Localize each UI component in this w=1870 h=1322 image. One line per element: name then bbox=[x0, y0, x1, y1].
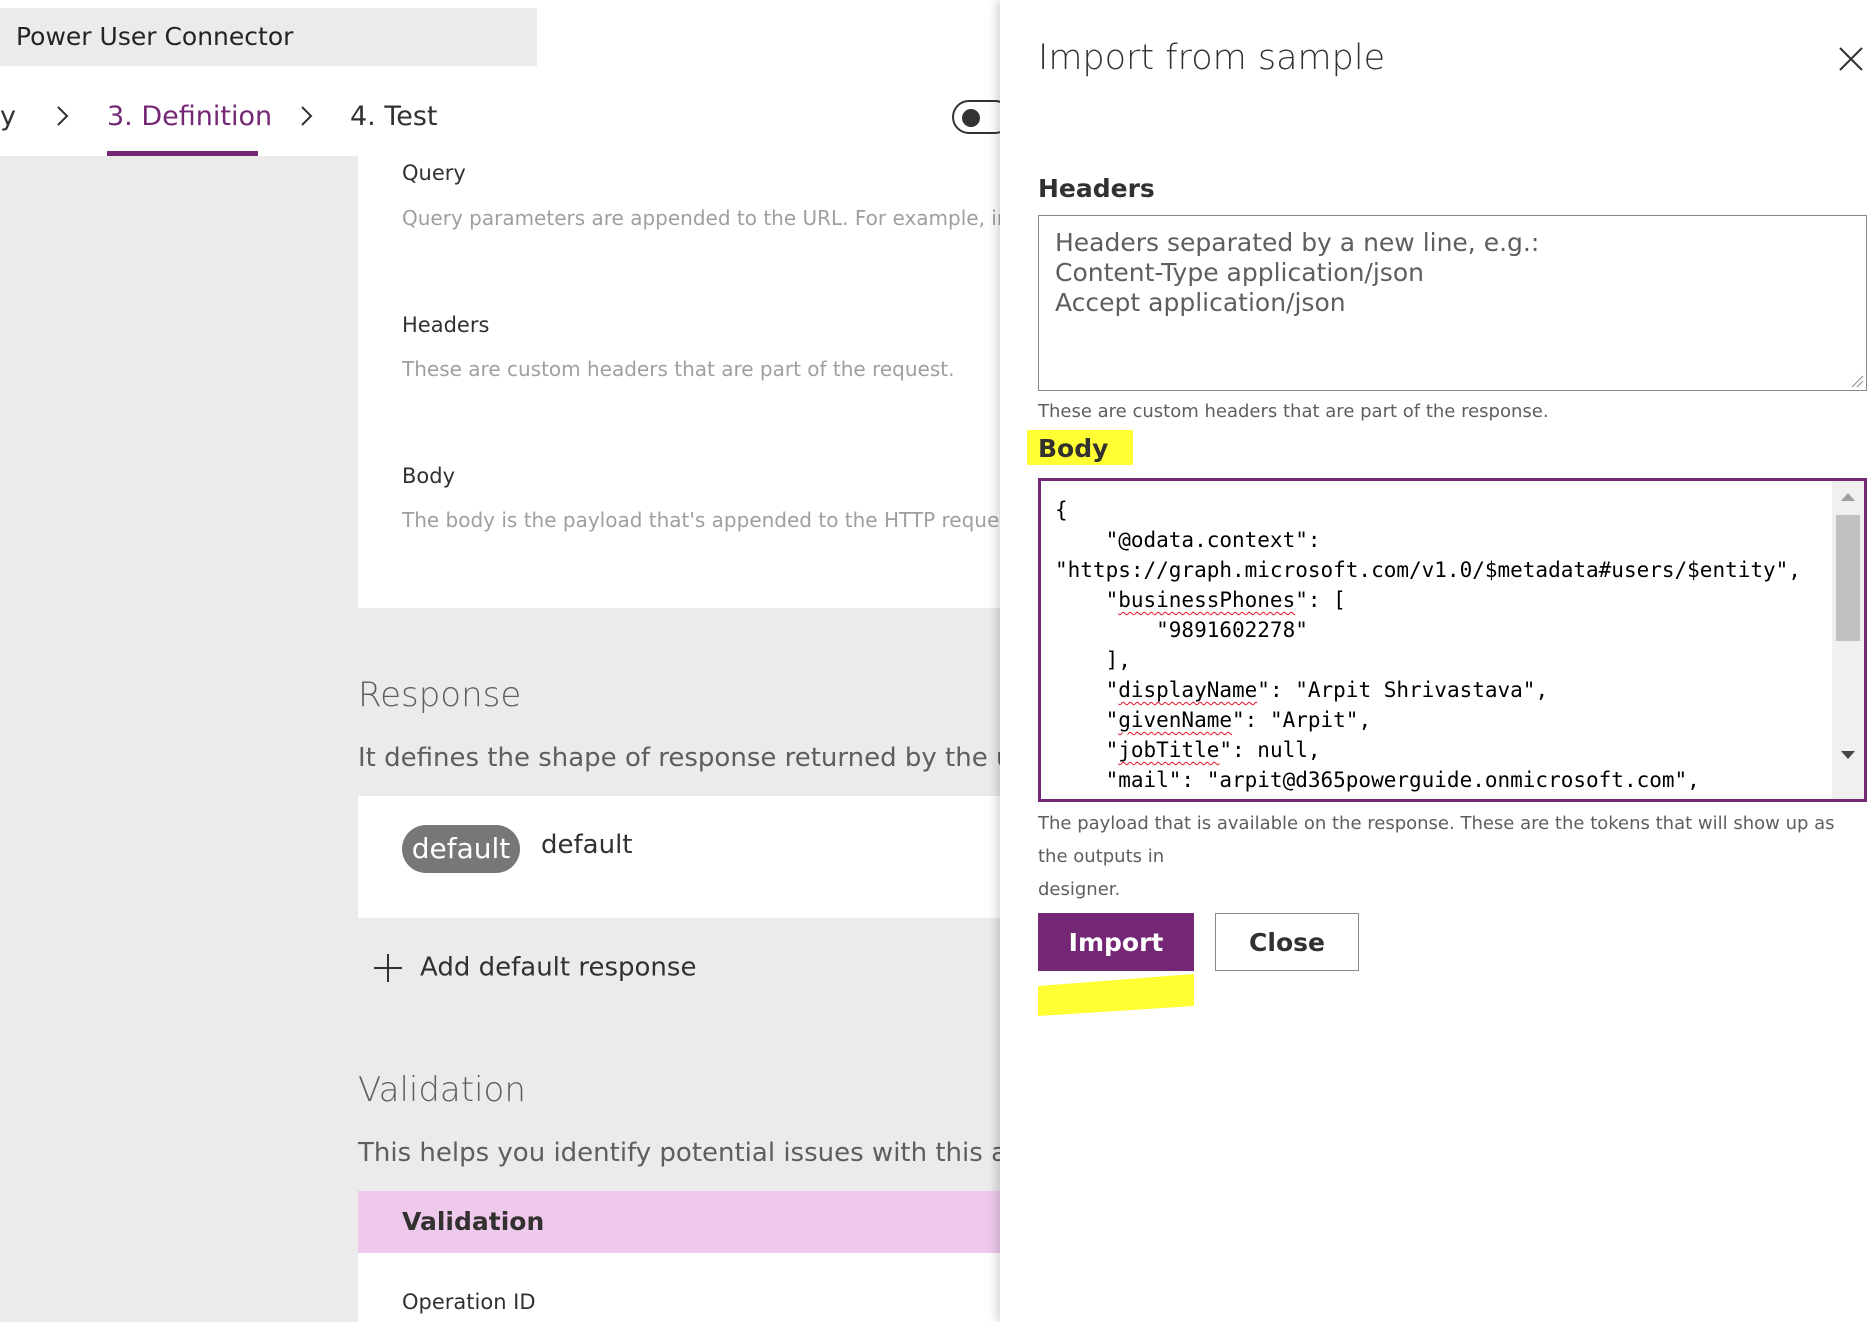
response-title: Response bbox=[358, 675, 522, 715]
toggle-knob bbox=[962, 109, 980, 127]
code-fragment: ": "Arpit", bbox=[1232, 708, 1372, 732]
headers-hint: These are custom headers that are part o… bbox=[402, 357, 955, 381]
panel-headers-label: Headers bbox=[1038, 174, 1155, 203]
placeholder-line: Content-Type application/json bbox=[1055, 258, 1424, 287]
validation-description: This helps you identify potential issues… bbox=[358, 1138, 1080, 1168]
import-button[interactable]: Import bbox=[1038, 913, 1194, 971]
body-hint: The body is the payload that's appended … bbox=[402, 508, 1043, 532]
close-icon[interactable] bbox=[1836, 44, 1866, 74]
scroll-up-icon[interactable] bbox=[1840, 491, 1856, 503]
placeholder-line: Headers separated by a new line, e.g.: bbox=[1055, 228, 1540, 257]
body-note: The payload that is available on the res… bbox=[1038, 807, 1858, 906]
body-label: Body bbox=[402, 464, 456, 488]
top-bar: Power User Connector bbox=[0, 0, 1000, 79]
chevron-right-icon bbox=[301, 106, 313, 126]
validation-title: Validation bbox=[358, 1070, 526, 1110]
headers-textarea[interactable]: Headers separated by a new line, e.g.: C… bbox=[1038, 215, 1867, 391]
query-hint: Query parameters are appended to the URL… bbox=[402, 206, 1037, 230]
validation-bar[interactable]: Validation bbox=[358, 1191, 1000, 1253]
code-line: { bbox=[1055, 498, 1068, 522]
code-fragment: " bbox=[1055, 588, 1119, 612]
step-definition[interactable]: 3. Definition bbox=[107, 78, 272, 156]
add-default-response-label: Add default response bbox=[420, 952, 697, 983]
step-test[interactable]: 4. Test bbox=[350, 78, 438, 156]
headers-note: These are custom headers that are part o… bbox=[1038, 401, 1549, 422]
body-note-line: The payload that is available on the res… bbox=[1038, 813, 1835, 867]
response-description: It defines the shape of response returne… bbox=[358, 743, 1102, 773]
placeholder-line: Accept application/json bbox=[1055, 288, 1346, 317]
headers-label: Headers bbox=[402, 313, 490, 337]
scroll-down-icon[interactable] bbox=[1840, 749, 1856, 761]
add-default-response-button[interactable]: Add default response bbox=[372, 952, 696, 984]
code-line: "@odata.context": bbox=[1055, 528, 1321, 552]
import-from-sample-panel: Import from sample Headers Headers separ… bbox=[1000, 0, 1870, 1322]
query-label: Query bbox=[402, 161, 466, 185]
highlight-marker bbox=[1038, 974, 1194, 1016]
headers-placeholder: Headers separated by a new line, e.g.: C… bbox=[1055, 228, 1539, 318]
close-button[interactable]: Close bbox=[1215, 913, 1359, 971]
code-fragment: ": [ bbox=[1295, 588, 1346, 612]
spellcheck-word: givenName bbox=[1118, 708, 1233, 732]
resize-handle-icon[interactable] bbox=[1850, 374, 1864, 388]
code-fragment: " bbox=[1055, 678, 1119, 702]
code-line: ], bbox=[1055, 648, 1131, 672]
wizard-steps: y 3. Definition 4. Test bbox=[0, 78, 1000, 156]
default-response-pill[interactable]: default bbox=[402, 825, 520, 873]
code-fragment: " bbox=[1055, 738, 1119, 762]
panel-title: Import from sample bbox=[1038, 38, 1386, 78]
step-previous[interactable]: y bbox=[0, 78, 16, 156]
body-textarea[interactable]: { "@odata.context": "https://graph.micro… bbox=[1038, 478, 1867, 802]
panel-body-label: Body bbox=[1038, 434, 1109, 463]
body-json-code: { "@odata.context": "https://graph.micro… bbox=[1055, 495, 1801, 795]
chevron-right-icon bbox=[57, 106, 69, 126]
plus-icon bbox=[374, 954, 402, 982]
active-step-underline bbox=[107, 151, 258, 156]
spellcheck-word: businessPhones bbox=[1118, 588, 1296, 612]
code-line: "9891602278" bbox=[1055, 618, 1308, 642]
code-fragment: ": null, bbox=[1219, 738, 1321, 762]
operation-id-label: Operation ID bbox=[402, 1290, 536, 1314]
default-response-name: default bbox=[541, 830, 633, 860]
connector-name-field[interactable]: Power User Connector bbox=[0, 8, 537, 66]
spellcheck-word: jobTitle bbox=[1118, 738, 1220, 762]
code-line: "mail": "arpit@d365powerguide.onmicrosof… bbox=[1055, 768, 1700, 792]
spellcheck-word: displayName bbox=[1118, 678, 1258, 702]
body-note-line: designer. bbox=[1038, 879, 1121, 900]
body-scrollbar[interactable] bbox=[1832, 481, 1864, 799]
scrollbar-thumb[interactable] bbox=[1836, 515, 1860, 641]
code-fragment: " bbox=[1055, 708, 1119, 732]
code-line: "https://graph.microsoft.com/v1.0/$metad… bbox=[1055, 558, 1801, 582]
code-fragment: ": "Arpit Shrivastava", bbox=[1257, 678, 1549, 702]
